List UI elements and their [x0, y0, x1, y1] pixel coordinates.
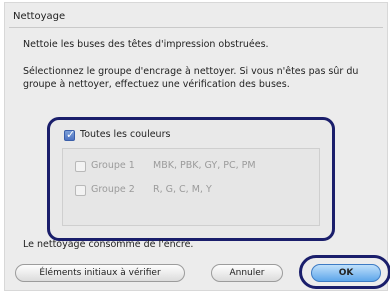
ok-button[interactable]: OK	[311, 264, 381, 282]
ink-group-selection-highlight: Toutes les couleurs Groupe 1 MBK, PBK, G…	[47, 117, 335, 241]
cleaning-dialog: Nettoyage Nettoie les buses des têtes d'…	[4, 2, 390, 291]
group-2-colors: R, G, C, M, Y	[153, 184, 212, 195]
ink-consumption-note: Le nettoyage consomme de l'encre.	[23, 239, 194, 250]
groups-box: Groupe 1 MBK, PBK, GY, PC, PM Groupe 2 R…	[62, 148, 320, 226]
all-colors-checkbox[interactable]	[64, 128, 75, 141]
group-1-checkbox[interactable]	[75, 161, 86, 172]
title-divider	[9, 27, 383, 28]
check-items-button[interactable]: Éléments initiaux à vérifier	[15, 264, 185, 282]
instruction-text: Sélectionnez le groupe d'encrage à netto…	[23, 66, 359, 90]
group-1-label: Groupe 1	[91, 160, 135, 171]
group-1-colors: MBK, PBK, GY, PC, PM	[153, 160, 256, 171]
group-2-checkbox[interactable]	[75, 185, 86, 196]
all-colors-label: Toutes les couleurs	[80, 129, 171, 140]
group-2-label: Groupe 2	[91, 184, 135, 195]
dialog-title: Nettoyage	[13, 11, 66, 22]
cancel-button[interactable]: Annuler	[211, 264, 283, 282]
description-text: Nettoie les buses des têtes d'impression…	[23, 39, 269, 50]
